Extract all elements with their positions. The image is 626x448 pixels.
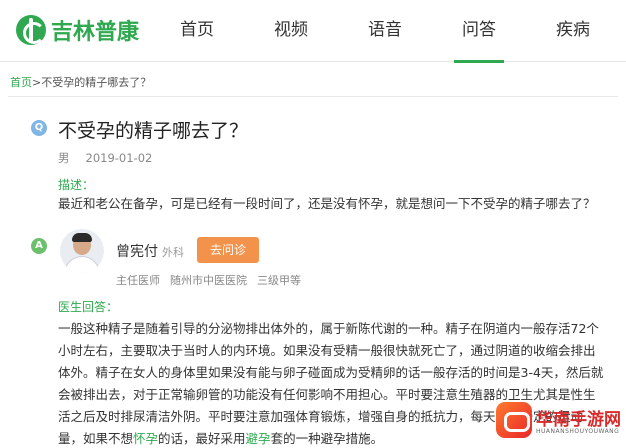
watermark-logo-icon	[496, 402, 532, 438]
breadcrumb: 首页>不受孕的精子哪去了？	[10, 74, 151, 90]
keyword-link-pregnancy[interactable]: 怀孕	[133, 431, 158, 446]
logo-icon	[16, 15, 46, 45]
consult-button[interactable]: 去问诊	[197, 237, 259, 263]
breadcrumb-separator: >	[32, 76, 42, 89]
answer-text-part: 套的一种避孕措施。	[270, 431, 384, 446]
main-nav: 首页 视频 语音 问答 疾病	[150, 0, 620, 63]
doctor-hospital: 随州市中医医院	[170, 274, 247, 287]
question-badge: Q	[31, 120, 47, 136]
hospital-level: 三级甲等	[257, 274, 301, 287]
doctor-info: 主任医师 随州市中医医院 三级甲等	[116, 272, 301, 288]
logo-text: 吉林普康	[51, 20, 140, 45]
question-title: 不受孕的精子哪去了？	[58, 120, 249, 142]
description-label: 描述：	[58, 178, 95, 192]
breadcrumb-divider	[8, 96, 618, 97]
doctor-avatar[interactable]	[60, 229, 104, 273]
breadcrumb-current: 不受孕的精子哪去了？	[41, 76, 152, 89]
doctor-name[interactable]: 曾宪付	[116, 241, 158, 261]
watermark-subtext: HUANANSHOUYOUWANG	[536, 428, 620, 435]
answer-text-part: 量，如果不想	[58, 431, 134, 446]
answer-line: 一般这种精子是随着引导的分泌物排出体外的，属于新陈代谢的一种。精子在阴道内一般存…	[58, 321, 599, 336]
site-header: 吉林普康 首页 视频 语音 问答 疾病	[0, 0, 626, 63]
nav-item-audio[interactable]: 语音	[338, 0, 432, 62]
nav-item-disease[interactable]: 疾病	[526, 0, 620, 62]
question-gender: 男	[58, 151, 70, 165]
question-meta: 男 2019-01-02	[58, 150, 152, 166]
site-logo[interactable]: 吉林普康	[16, 14, 139, 46]
nav-item-video[interactable]: 视频	[244, 0, 338, 62]
answer-badge: A	[31, 238, 47, 254]
answer-line: 小时左右，主要取决于当时人的内环境。如果没有受精一般很快就死亡了，通过阴道的收缩…	[58, 343, 596, 358]
doctor-title: 主任医师	[116, 274, 160, 287]
answer-label: 医生回答：	[58, 300, 119, 314]
question-date: 2019-01-02	[85, 151, 153, 165]
keyword-link-contraception[interactable]: 避孕	[246, 431, 271, 446]
answer-text-part: 的话，最好采用	[158, 431, 246, 446]
watermark: 华南手游网 HUANANSHOUYOUWANG	[496, 400, 624, 446]
question-description: 最近和老公在备孕，可是已经有一段时间了，还是没有怀孕，就是想问一下不受孕的精子哪…	[58, 196, 596, 211]
nav-item-qa[interactable]: 问答	[432, 0, 526, 63]
breadcrumb-home-link[interactable]: 首页	[10, 76, 32, 89]
answer-line: 体外。精子在女人的身体里如果没有能与卵子碰面成为受精卵的话一般存活的时间是3-4…	[58, 365, 604, 380]
watermark-text: 华南手游网	[536, 410, 621, 430]
nav-item-home[interactable]: 首页	[150, 0, 244, 62]
doctor-department: 外科	[162, 246, 184, 259]
